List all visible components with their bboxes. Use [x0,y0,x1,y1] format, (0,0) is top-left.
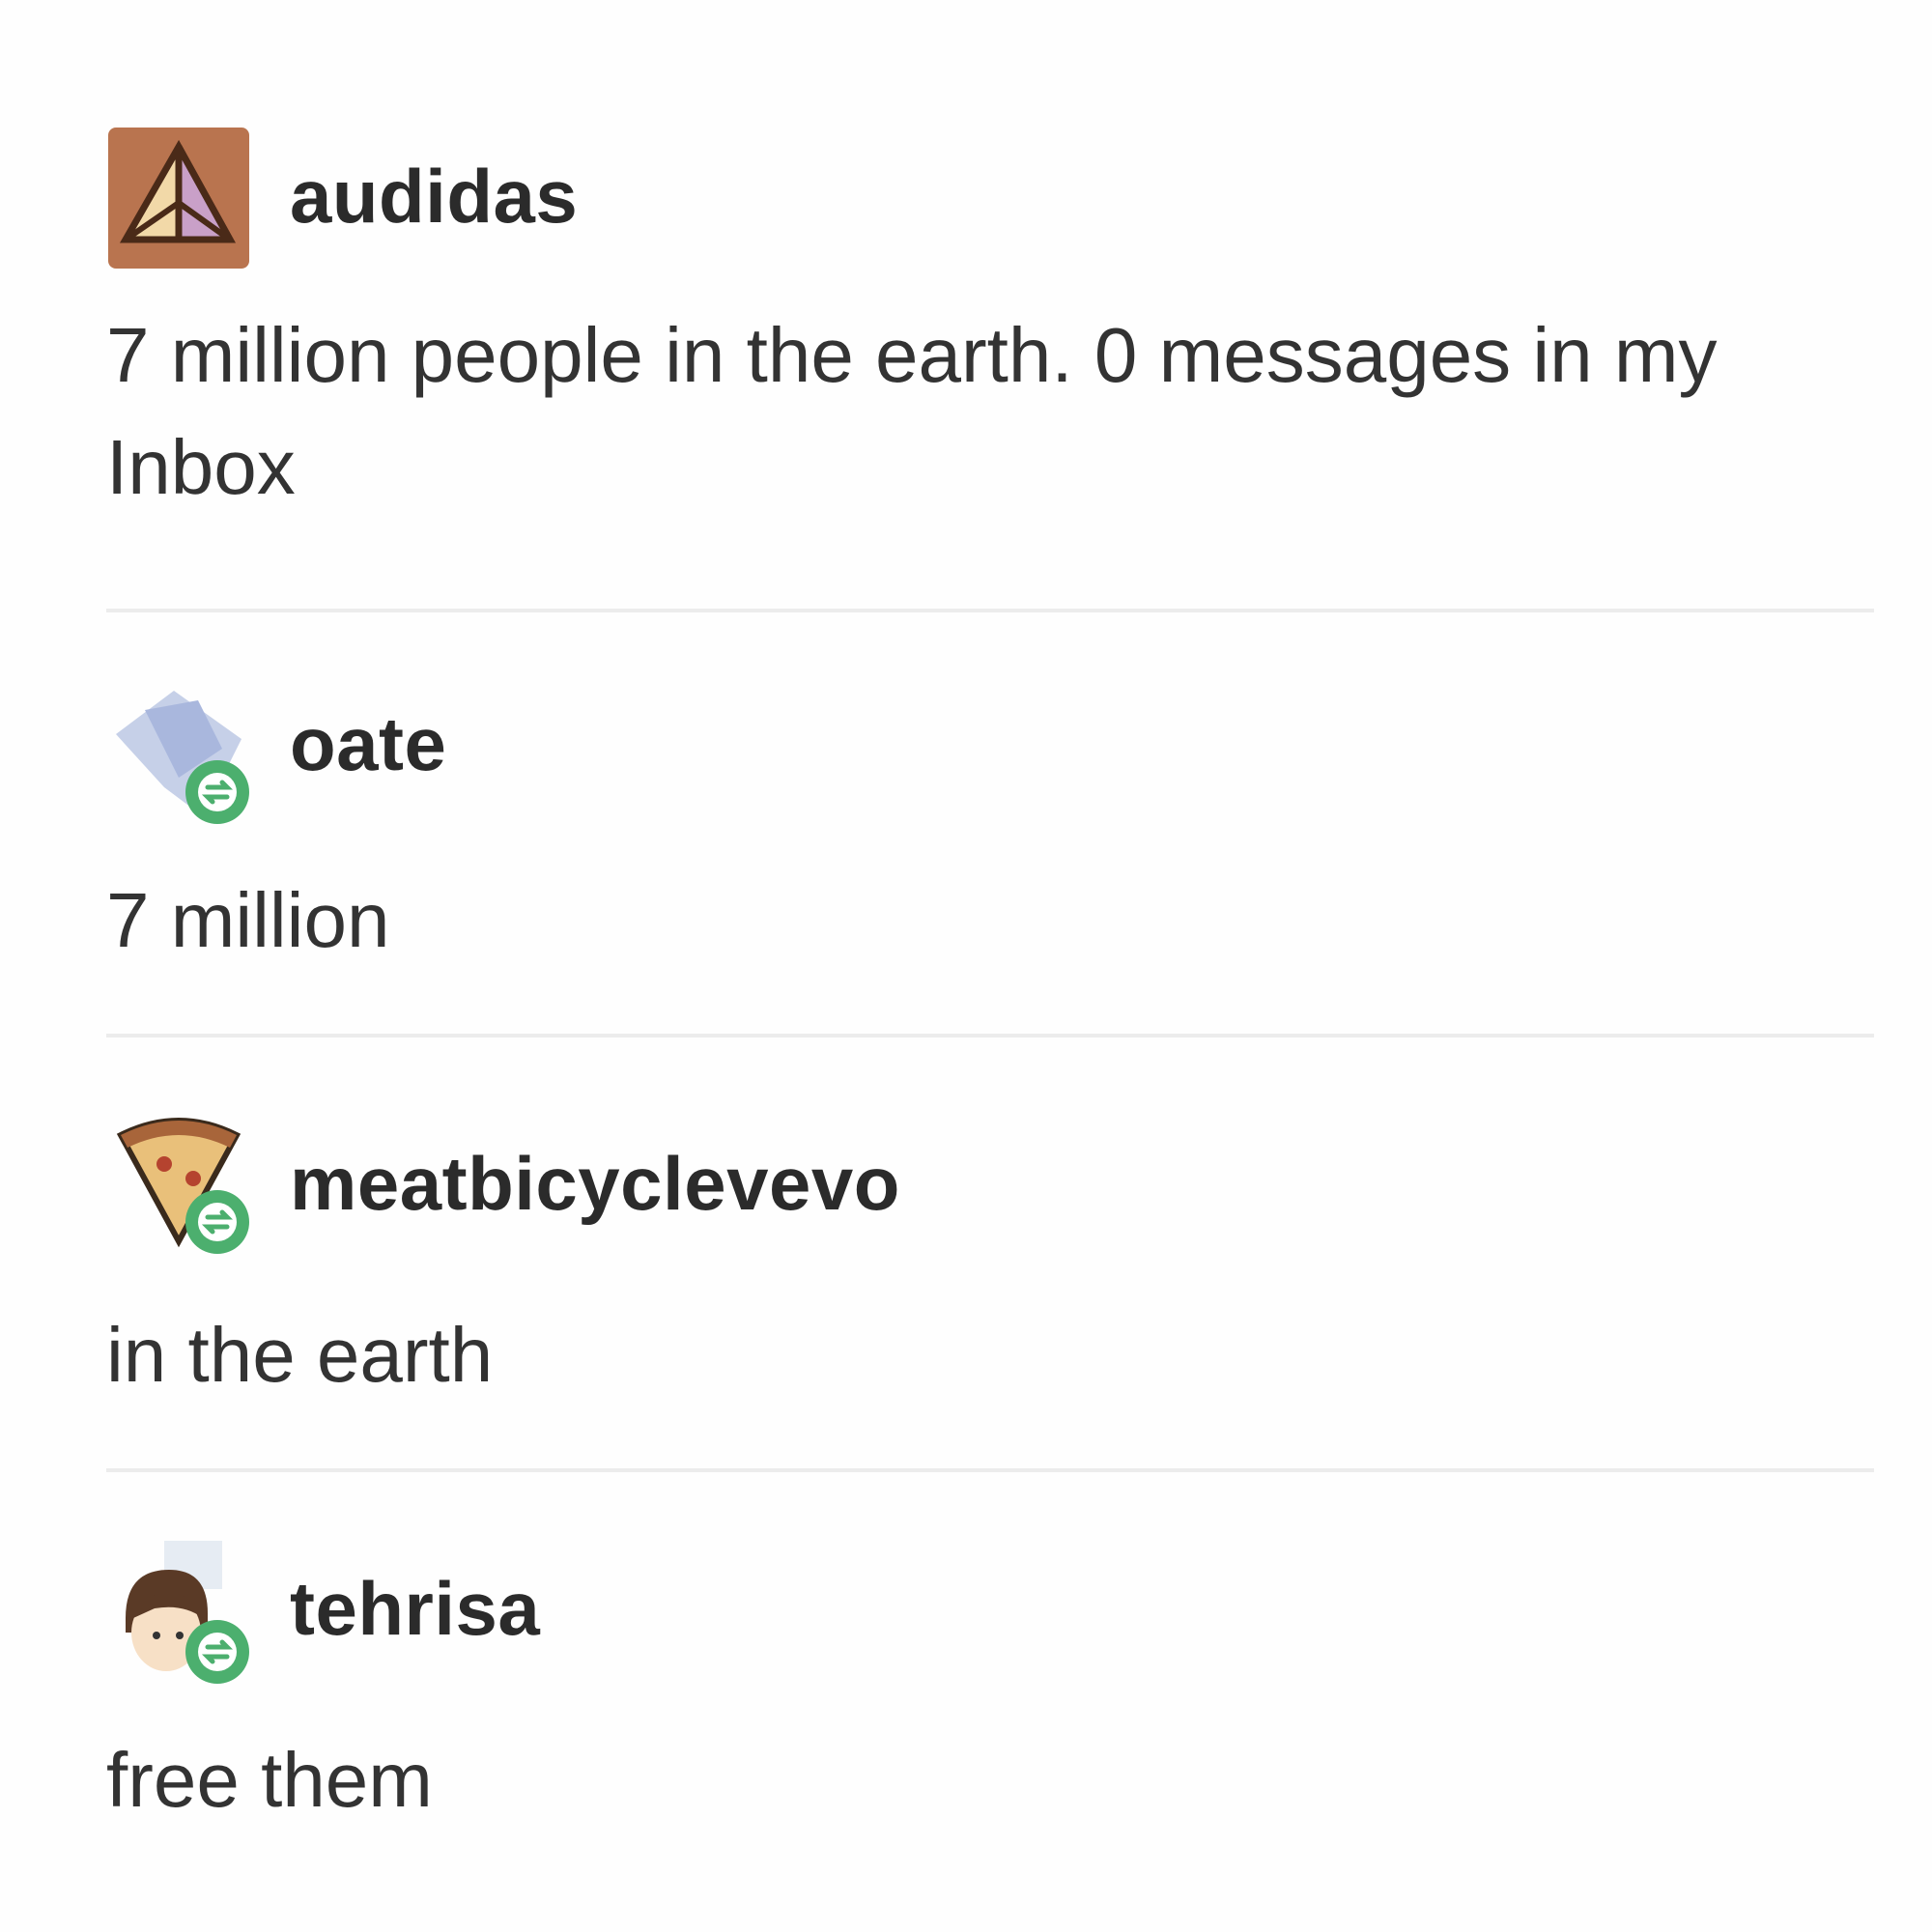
post-body: in the earth [106,1312,494,1398]
username-link[interactable]: oate [290,700,446,788]
reblog-icon [184,1188,251,1256]
pyramid-avatar-icon[interactable] [106,126,251,270]
post-header: meatbicyclevevo [106,1111,1874,1256]
post-body: 7 million people in the earth. 0 message… [106,312,1718,510]
post-oate: oate 7 million [106,681,1874,977]
post-meatbicyclevevo: meatbicyclevevo in the earth [106,1111,1874,1411]
divider [106,609,1874,612]
reblog-thread: audidas 7 million people in the earth. 0… [0,0,1932,1932]
username-link[interactable]: meatbicyclevevo [290,1140,900,1228]
divider [106,1468,1874,1472]
post-body: free them [106,1737,433,1823]
post-body: 7 million [106,877,390,963]
username-link[interactable]: audidas [290,153,578,241]
post-header: oate [106,681,1874,826]
post-header: audidas [106,126,1874,270]
post-tehrisa: tehrisa free them [106,1541,1874,1836]
username-link[interactable]: tehrisa [290,1565,540,1653]
post-header: tehrisa [106,1541,1874,1686]
divider [106,1034,1874,1037]
reblog-icon [184,1618,251,1686]
reblog-icon [184,758,251,826]
post-audidas: audidas 7 million people in the earth. 0… [106,126,1874,524]
